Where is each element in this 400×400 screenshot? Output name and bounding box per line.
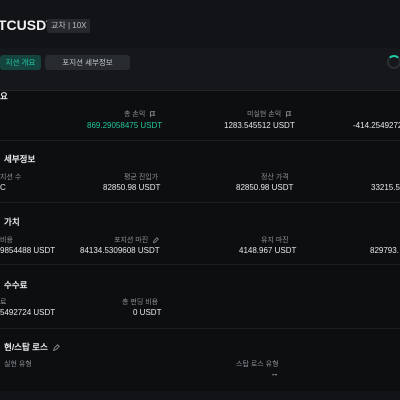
cost-value: 9854488 USDT [0, 246, 56, 255]
maint-margin-value: 4148.967 USDT [239, 246, 297, 255]
edit-icon[interactable] [52, 343, 61, 352]
tab-position-details[interactable]: 포지션 세부정보 [45, 55, 130, 70]
realized-pnl-value: -414.2549272 [353, 121, 400, 130]
sl-type-value: -- [272, 370, 278, 379]
margin-mode-badge[interactable]: 교차 | 10X [47, 19, 91, 33]
total-pnl-value: 869.29058475 USDT [87, 121, 163, 130]
avg-entry-label: 평균 진입가 [124, 174, 159, 181]
position-margin-label-row: 포지션 마진 [114, 235, 159, 245]
funding-cost-value: 0 USDT [133, 308, 162, 317]
divider [0, 140, 400, 141]
unrealized-pnl-label-row: 미실현 손익 [247, 109, 292, 119]
total-pnl-label: 총 손익 [124, 111, 146, 118]
tp-type-label: 실현 유형 [4, 361, 32, 368]
divider [0, 202, 400, 203]
position-qty-label: 지션 수 [0, 174, 22, 181]
tpsl-section-title: 현/스탑 로스 [4, 342, 48, 352]
avg-entry-value: 82850.98 USDT [103, 183, 161, 192]
unrealized-pnl-label: 미실현 손익 [247, 111, 282, 118]
fee-label: 료 [0, 299, 7, 306]
position-margin-label: 포지션 마진 [114, 237, 149, 244]
cost-label: 비용 [0, 237, 13, 244]
position-margin-value: 84134.5309608 USDT [80, 246, 160, 255]
funding-cost-label: 총 펀딩 비용 [122, 299, 159, 306]
fees-section-title: 수수료 [4, 280, 28, 290]
details-section-title: 세부정보 [4, 154, 36, 164]
fee-value: 5492724 USDT [0, 308, 56, 317]
divider [0, 264, 400, 265]
sl-type-label: 스탑 로스 유형 [236, 361, 279, 368]
value-section-title: 가치 [4, 217, 20, 227]
settle-price-label: 정산 가격 [261, 174, 289, 181]
unrealized-pnl-value: 1283.545512 USDT [224, 121, 295, 130]
settle-price-value: 82850.98 USDT [236, 183, 294, 192]
details-col4-value: 33215.5 [371, 183, 400, 192]
flag-icon[interactable] [149, 110, 156, 118]
overview-section-title: 요 [0, 91, 8, 101]
tpsl-section-title-row: 현/스탑 로스 [4, 341, 61, 353]
position-qty-value: C [0, 183, 6, 192]
edit-icon[interactable] [152, 236, 159, 244]
bottom-bar [0, 391, 400, 400]
maint-margin-label: 유지 마진 [261, 237, 289, 244]
value-col4-value: 829793. [370, 246, 399, 255]
divider [0, 328, 400, 329]
flag-icon[interactable] [285, 110, 292, 118]
tab-position-overview[interactable]: 지션 개요 [0, 55, 41, 70]
total-pnl-label-row: 총 손익 [124, 109, 156, 119]
loading-spinner-icon [387, 55, 400, 69]
